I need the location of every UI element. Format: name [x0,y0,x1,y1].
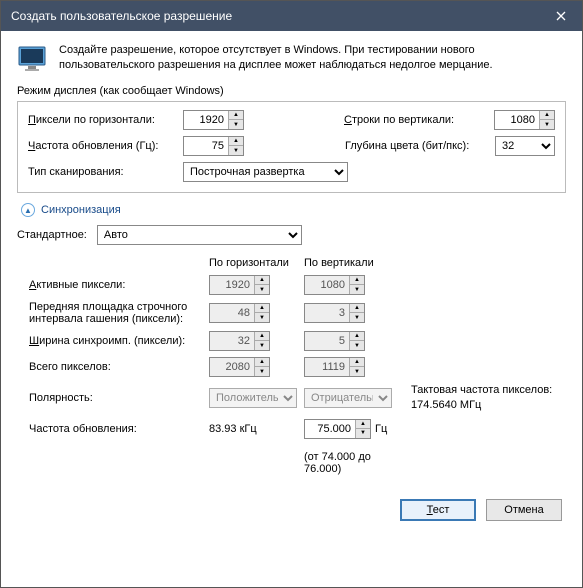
sync-width-label: Ширина синхроимп. (пиксели): [29,335,209,347]
standard-label: Стандартное: [17,229,87,241]
active-v-input: ▲▼ [304,275,365,295]
test-button[interactable]: Тест [400,499,476,521]
sync-refresh-h: 83.93 кГц [209,423,304,435]
col-v-header: По вертикали [304,257,399,269]
window-title: Создать пользовательское разрешение [11,9,540,23]
syncw-h-input: ▲▼ [209,331,270,351]
col-h-header: По горизонтали [209,257,304,269]
front-v-input: ▲▼ [304,303,365,323]
syncw-v-input: ▲▼ [304,331,365,351]
standard-select[interactable]: Авто [97,225,302,245]
v-lines-label: Строки по вертикали: [344,114,494,126]
polarity-v-select: Отрицательная [304,388,392,408]
sync-refresh-label: Частота обновления: [29,423,209,435]
refresh-input[interactable]: ▲▼ [183,136,244,156]
polarity-label: Полярность: [29,392,209,404]
h-pixels-input[interactable]: ▲▼ [183,110,244,130]
active-h-input: ▲▼ [209,275,270,295]
cancel-button[interactable]: Отмена [486,499,562,521]
color-depth-label: Глубина цвета (бит/пкс): [345,140,495,152]
active-pixels-label: Активные пиксели: [29,279,209,291]
scan-type-label: Тип сканирования: [28,166,183,178]
spin-up-icon[interactable]: ▲ [229,111,243,120]
close-button[interactable] [540,1,582,31]
display-mode-label: Режим дисплея (как сообщает Windows) [17,85,566,97]
h-pixels-label: Пиксели по горизонтали: [28,114,183,126]
v-lines-input[interactable]: ▲▼ [494,110,555,130]
polarity-h-select: Положительная [209,388,297,408]
total-v-input: ▲▼ [304,357,365,377]
hz-label: Гц [375,423,387,435]
refresh-label: Частота обновления (Гц): [28,140,183,152]
intro-text: Создайте разрешение, которое отсутствует… [59,43,566,75]
front-porch-label: Передняя площадка строчного интервала га… [29,301,209,325]
sync-header[interactable]: ▲ Синхронизация [21,203,566,217]
monitor-icon [17,43,49,75]
display-mode-group: Пиксели по горизонтали: ▲▼ Строки по вер… [17,101,566,193]
title-bar: Создать пользовательское разрешение [1,1,582,31]
front-h-input: ▲▼ [209,303,270,323]
spin-down-icon[interactable]: ▼ [229,120,243,129]
color-depth-select[interactable]: 32 [495,136,555,156]
refresh-range: (от 74.000 до 76.000) [304,451,399,475]
sync-section-label: Синхронизация [41,204,121,216]
scan-type-select[interactable]: Построчная развертка [183,162,348,182]
total-pixels-label: Всего пикселов: [29,361,209,373]
intro-section: Создайте разрешение, которое отсутствует… [17,43,566,75]
close-icon [556,11,566,21]
pixel-clock: Тактовая частота пикселов: 174.5640 МГц [411,383,552,413]
collapse-icon: ▲ [21,203,35,217]
sync-refresh-v-input[interactable]: ▲▼ [304,419,371,439]
total-h-input: ▲▼ [209,357,270,377]
